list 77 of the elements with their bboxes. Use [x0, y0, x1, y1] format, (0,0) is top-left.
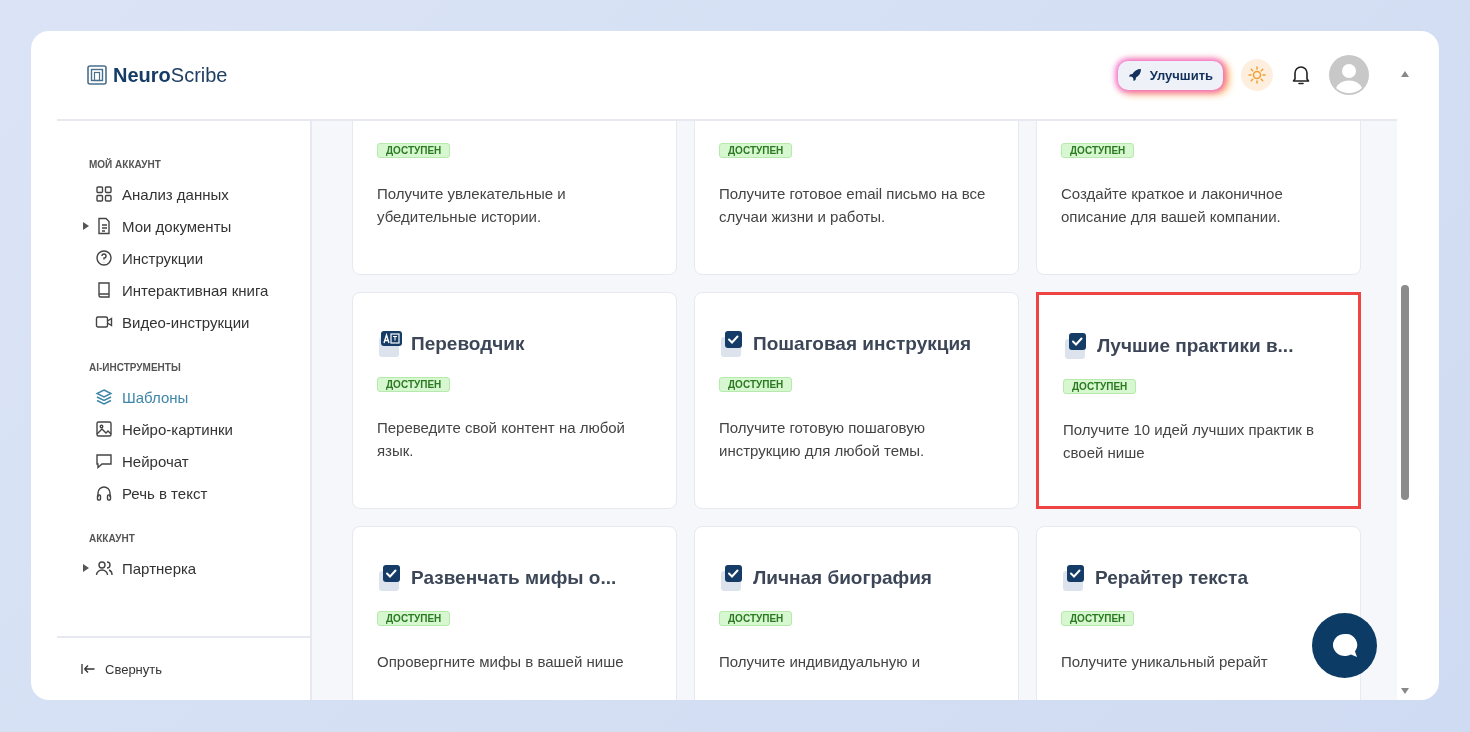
scroll-thumb[interactable] — [1401, 285, 1409, 500]
chat-bubble-icon — [95, 452, 113, 470]
grid-icon — [95, 185, 113, 203]
chat-bubble-icon — [1330, 631, 1359, 660]
sidebar-item[interactable]: Речь в текст — [83, 477, 310, 509]
upgrade-button[interactable]: Улучшить — [1117, 60, 1223, 90]
checkbox-icon — [377, 563, 403, 593]
card-title: Пошаговая инструкция — [753, 333, 972, 355]
template-card[interactable]: Личная биография ДОСТУПЕН Получите индивидуальную и — [694, 526, 1019, 700]
status-badge: ДОСТУПЕН — [719, 377, 793, 392]
translate-icon — [377, 329, 403, 359]
headphones-icon — [95, 484, 113, 502]
template-card[interactable]: Лучшие практики в... ДОСТУПЕН Получите 10 идей лучших практик в своей нише — [1036, 292, 1361, 509]
card-description: Получите увлекательные и убедительные истории. — [377, 184, 567, 227]
sidebar-item[interactable]: Мои документы — [83, 210, 310, 242]
template-card[interactable]: Пошаговая инструкция ДОСТУПЕН Получите готовую пошаговую инструкцию для любой темы. — [694, 292, 1019, 509]
question-icon — [95, 249, 113, 267]
caret-icon[interactable] — [83, 222, 89, 230]
collapse-arrow-icon — [81, 663, 95, 675]
card-title: Развенчать мифы о... — [411, 567, 617, 589]
status-badge: ДОСТУПЕН — [1061, 611, 1135, 626]
sidebar-item[interactable]: Партнерка — [83, 552, 310, 584]
checkbox-icon — [719, 329, 745, 359]
status-badge: ДОСТУПЕН — [377, 143, 451, 158]
status-badge: ДОСТУПЕН — [377, 611, 451, 626]
scroll-down-icon[interactable] — [1401, 688, 1409, 694]
sidebar-item[interactable]: Нейро-картинки — [83, 413, 310, 445]
status-badge: ДОСТУПЕН — [377, 377, 451, 392]
sidebar-item[interactable]: Шаблоны — [83, 381, 310, 413]
card-description: Получите готовое email письмо на все случаи жизни и работы. — [719, 184, 987, 227]
section-heading: АККАУНТ — [89, 533, 136, 544]
sidebar-item[interactable]: Видео-инструкции — [83, 306, 310, 338]
notification-bell-icon[interactable] — [1291, 64, 1311, 86]
template-card[interactable]: Переводчик ДОСТУПЕН Переведите свой контент на любой язык. — [352, 292, 677, 509]
card-title: Рерайтер текста — [1095, 567, 1248, 589]
scroll-up-icon[interactable] — [1401, 71, 1409, 77]
document-icon — [95, 217, 113, 235]
template-card[interactable]: Рерайтер текста ДОСТУПЕН Получите уникальный рерайт — [1036, 526, 1361, 700]
template-card[interactable]: ДОСТУПЕН Создайте краткое и лаконичное описание для вашей компании. — [1036, 121, 1361, 275]
card-description: Создайте краткое и лаконичное описание для вашей компании. — [1061, 184, 1284, 227]
sidebar-item[interactable]: Нейрочат — [83, 445, 310, 477]
card-description: Получите индивидуальную и — [719, 652, 922, 672]
status-badge: ДОСТУПЕН — [1063, 379, 1137, 394]
card-description: Переведите свой контент на любой язык. — [377, 418, 626, 461]
checkbox-icon — [719, 563, 745, 593]
section-heading: МОЙ АККАУНТ — [89, 159, 162, 170]
theme-toggle[interactable] — [1241, 59, 1273, 91]
checkbox-icon — [1061, 563, 1087, 593]
card-description: Получите 10 идей лучших практик в своей нише — [1063, 420, 1315, 463]
logo-text[interactable]: NeuroScribe — [113, 63, 228, 87]
status-badge: ДОСТУПЕН — [1061, 143, 1135, 158]
section-heading: AI-ИНСТРУМЕНТЫ — [89, 362, 182, 373]
sun-icon — [1248, 66, 1266, 84]
sidebar-item[interactable]: Интерактивная книга — [83, 274, 310, 306]
checkbox-icon — [1063, 331, 1089, 361]
card-title: Личная биография — [753, 567, 932, 589]
card-description: Получите уникальный рерайт — [1061, 652, 1269, 672]
rocket-icon — [1127, 68, 1142, 82]
template-card[interactable]: ДОСТУПЕН Получите готовое email письмо на все случаи жизни и работы. — [694, 121, 1019, 275]
template-card[interactable]: ДОСТУПЕН Получите увлекательные и убедительные истории. — [352, 121, 677, 275]
image-icon — [95, 420, 113, 438]
collapse-button[interactable]: Свернуть — [57, 636, 310, 700]
status-badge: ДОСТУПЕН — [719, 143, 793, 158]
users-icon — [95, 559, 113, 577]
video-camera-icon — [95, 313, 113, 331]
status-badge: ДОСТУПЕН — [719, 611, 793, 626]
book-icon — [95, 281, 113, 299]
card-description: Получите готовую пошаговую инструкцию для любой темы. — [719, 418, 926, 461]
caret-icon[interactable] — [83, 564, 89, 572]
card-title: Лучшие практики в... — [1097, 335, 1294, 357]
logo-icon — [87, 65, 107, 85]
layers-icon — [95, 388, 113, 406]
card-description: Опровергните мифы в вашей нише — [377, 652, 625, 672]
sidebar-item[interactable]: Инструкции — [83, 242, 310, 274]
card-title: Переводчик — [411, 333, 525, 355]
sidebar-item[interactable]: Анализ данных — [83, 178, 310, 210]
template-card[interactable]: Развенчать мифы о... ДОСТУПЕН Опровергните мифы в вашей нише — [352, 526, 677, 700]
